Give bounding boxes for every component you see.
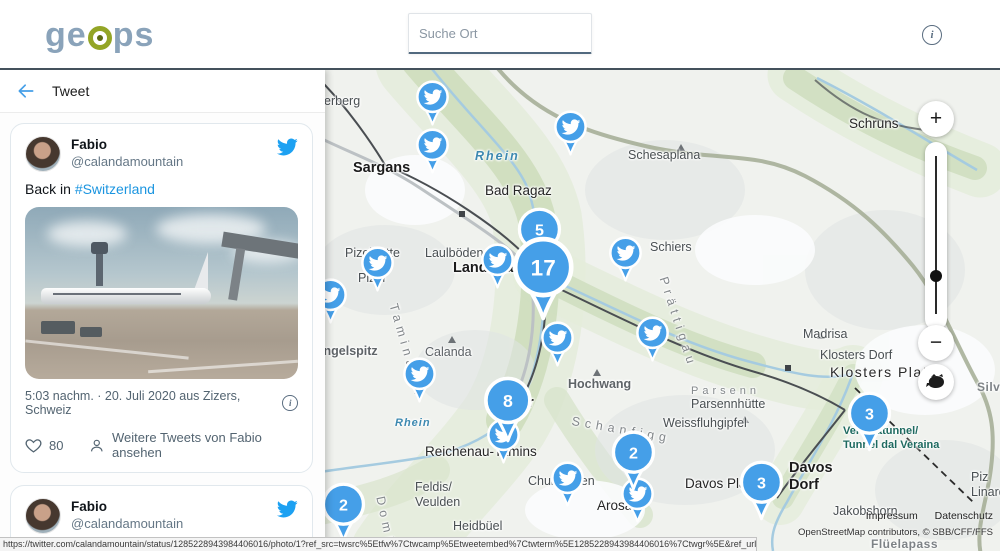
tweet-author[interactable]: Fabio (71, 137, 276, 154)
geops-logo[interactable]: geps (45, 16, 154, 54)
tweet-marker[interactable] (549, 461, 586, 513)
person-icon (89, 437, 105, 454)
svg-text:2: 2 (339, 496, 348, 514)
zoom-slider[interactable] (925, 142, 947, 330)
tweet-timestamp: 5:03 nachm. · 20. Juli 2020 aus Zizers, … (25, 389, 282, 417)
tweet-text: Back in #Switzerland (25, 181, 298, 197)
tweet-sidebar: Tweet Fabio @calandamountain Back in #Sw… (0, 70, 325, 551)
fly-layer-button[interactable] (918, 364, 954, 400)
fly-icon (925, 374, 947, 390)
map[interactable]: FlumserbergSargansRheinBad RagazSchrunsS… (325, 70, 1000, 551)
svg-text:2: 2 (629, 444, 638, 462)
like-count: 80 (49, 438, 63, 453)
cluster-marker[interactable]: 3 (737, 460, 786, 527)
search-input[interactable] (419, 26, 595, 41)
logo-o-icon (88, 26, 112, 50)
tweet-marker[interactable] (607, 236, 644, 288)
like-action[interactable]: 80 (25, 437, 63, 454)
tweet-photo-airport[interactable] (25, 207, 298, 379)
svg-text:3: 3 (865, 405, 874, 423)
svg-text:17: 17 (530, 256, 555, 281)
avatar[interactable] (25, 498, 61, 534)
logo-text-right: ps (113, 16, 155, 54)
logo-text-left: ge (45, 16, 87, 54)
twitter-icon[interactable] (276, 136, 298, 158)
back-button[interactable] (14, 79, 38, 103)
zoom-out-button[interactable]: − (918, 325, 954, 361)
app-header: geps i (0, 0, 1000, 70)
cluster-marker[interactable]: 17 (509, 236, 577, 328)
cluster-marker[interactable]: 2 (609, 430, 658, 497)
control-tower (96, 252, 103, 286)
attribution-text: OpenStreetMap contributors, © SBB/CFF/FF… (798, 527, 993, 538)
info-button[interactable]: i (922, 25, 942, 45)
datenschutz-link[interactable]: Datenschutz (935, 510, 993, 522)
place-search-box (408, 13, 592, 54)
tweet-marker[interactable] (414, 128, 451, 180)
tweet-marker[interactable] (539, 321, 576, 373)
svg-text:3: 3 (757, 474, 766, 492)
tweet-card[interactable]: Fabio @calandamountain Back in #Switzerl… (10, 123, 313, 473)
sidebar-header: Tweet (0, 70, 325, 113)
airplane-body (41, 288, 210, 304)
browser-status-bar: https://twitter.com/calandamountain/stat… (0, 537, 757, 551)
tweet-handle[interactable]: @calandamountain (71, 154, 276, 171)
tweet-marker[interactable] (552, 110, 589, 162)
status-url: https://twitter.com/calandamountain/stat… (3, 539, 757, 549)
cluster-marker[interactable]: 3 (845, 391, 894, 458)
tweet-info-icon[interactable]: i (282, 395, 298, 411)
tweet-handle[interactable]: @calandamountain (71, 516, 276, 533)
tweet-marker[interactable] (414, 80, 451, 132)
tweet-marker[interactable] (359, 246, 396, 298)
info-icon: i (922, 25, 942, 45)
zoom-slider-handle[interactable] (930, 270, 942, 282)
tweet-marker[interactable] (634, 316, 671, 368)
arrow-left-icon (16, 81, 36, 101)
impressum-link[interactable]: Impressum (866, 510, 918, 522)
zoom-in-button[interactable]: + (918, 101, 954, 137)
twitter-icon[interactable] (276, 498, 298, 520)
tweet-author[interactable]: Fabio (71, 499, 276, 516)
airplane-tail (194, 252, 208, 290)
avatar[interactable] (25, 136, 61, 172)
svg-text:8: 8 (503, 391, 513, 411)
more-tweets-link[interactable]: Weitere Tweets von Fabio ansehen (89, 430, 298, 460)
sidebar-title: Tweet (52, 83, 89, 99)
hashtag-link[interactable]: #Switzerland (75, 181, 155, 197)
tweet-marker[interactable] (325, 278, 349, 330)
cluster-marker[interactable]: 8 (481, 376, 535, 449)
tweet-marker[interactable] (401, 357, 438, 409)
map-attribution: Impressum Datenschutz OpenStreetMap cont… (798, 510, 993, 538)
zoom-slider-track (935, 156, 937, 314)
heart-icon (25, 437, 42, 454)
